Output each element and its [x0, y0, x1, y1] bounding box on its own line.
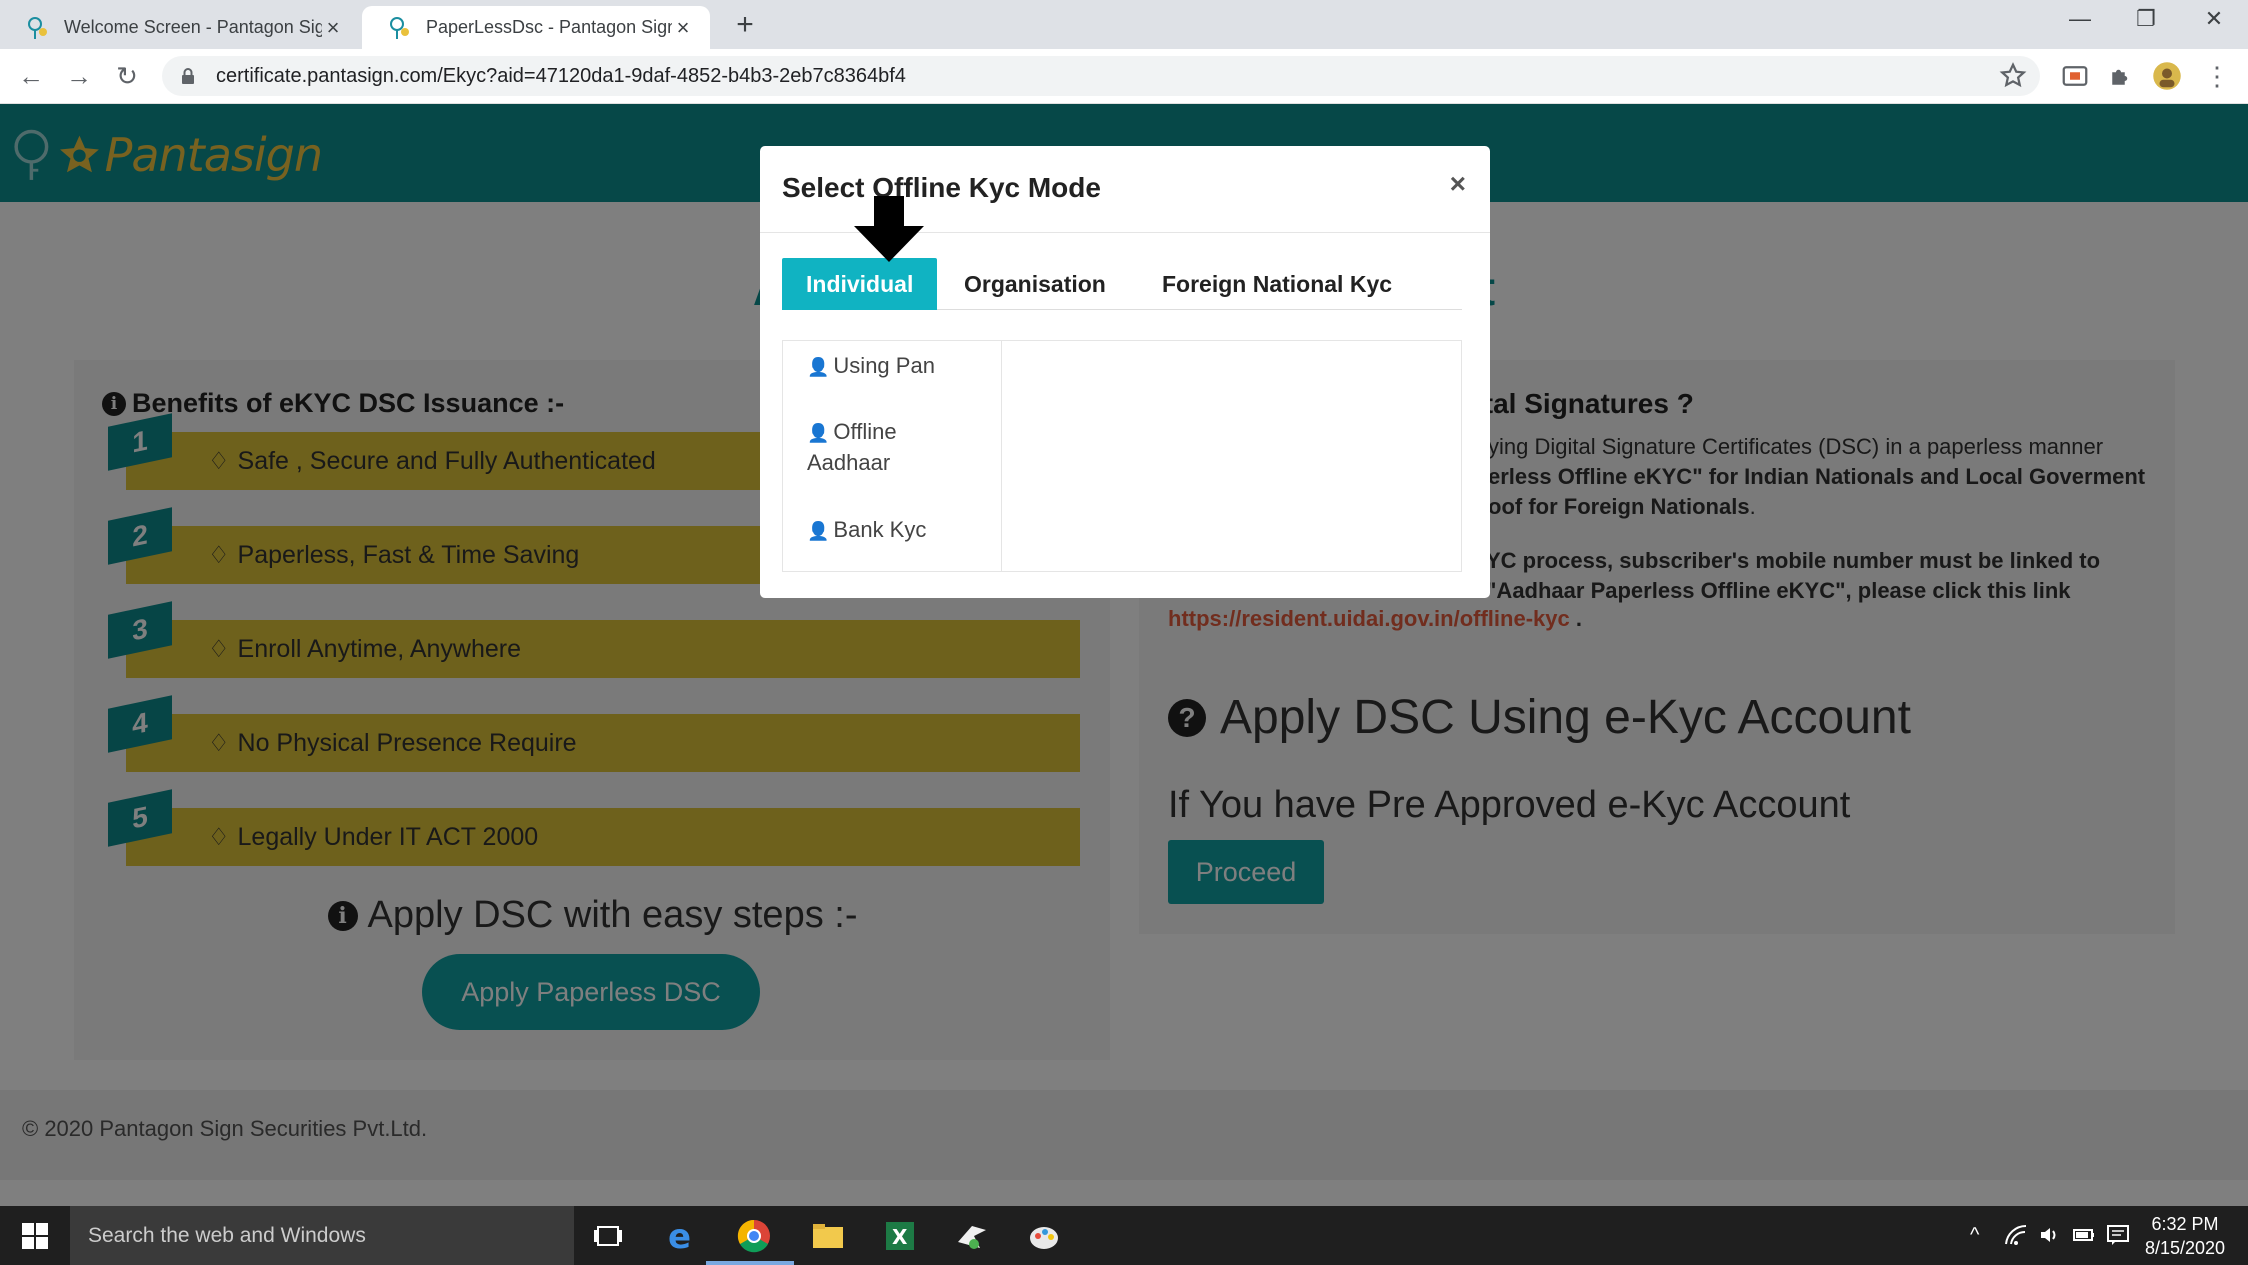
- task-view-icon[interactable]: [588, 1216, 628, 1256]
- extensions-puzzle-icon[interactable]: [2106, 61, 2136, 91]
- windows-start-icon[interactable]: [22, 1223, 48, 1249]
- browser-tab-paperlessdsc[interactable]: PaperLessDsc - Pantagon Sign Se ×: [362, 6, 710, 49]
- back-icon[interactable]: ←: [14, 61, 48, 92]
- active-app-indicator: [706, 1261, 794, 1265]
- wifi-icon[interactable]: [2004, 1224, 2028, 1246]
- action-center-icon[interactable]: [2106, 1224, 2130, 1246]
- url-text: certificate.pantasign.com/Ekyc?aid=47120…: [216, 64, 906, 87]
- tab-title: PaperLessDsc - Pantagon Sign Se: [426, 17, 672, 37]
- clock-date: 8/15/2020: [2144, 1238, 2226, 1258]
- new-tab-button[interactable]: +: [730, 8, 760, 42]
- edge-browser-icon[interactable]: e: [662, 1216, 702, 1256]
- paint-app-icon[interactable]: [1024, 1216, 1064, 1256]
- system-clock[interactable]: 6:32 PM 8/15/2020: [2130, 1212, 2240, 1260]
- bookmark-star-icon[interactable]: [1998, 61, 2028, 91]
- address-bar[interactable]: certificate.pantasign.com/Ekyc?aid=47120…: [162, 56, 2040, 96]
- modal-title: Select Offline Kyc Mode: [782, 172, 1101, 203]
- select-kyc-mode-modal: Select Offline Kyc Mode × Individual Org…: [760, 146, 1490, 598]
- svg-text:X: X: [892, 1225, 908, 1249]
- forward-icon[interactable]: →: [62, 61, 96, 92]
- excel-icon[interactable]: X: [880, 1216, 920, 1256]
- tab-foreign-national-kyc[interactable]: Foreign National Kyc: [1162, 258, 1392, 310]
- kyc-mode-tabs: Individual Organisation Foreign National…: [782, 258, 1462, 310]
- bird-app-icon[interactable]: [952, 1216, 992, 1256]
- close-tab-icon[interactable]: ×: [322, 15, 344, 41]
- cast-icon[interactable]: [2060, 61, 2090, 91]
- tab-organisation[interactable]: Organisation: [964, 258, 1106, 310]
- window-close-icon[interactable]: ✕: [2194, 6, 2234, 32]
- browser-menu-icon[interactable]: ⋮: [2200, 61, 2234, 92]
- minimize-icon[interactable]: —: [2060, 6, 2100, 32]
- tab-individual[interactable]: Individual: [782, 258, 938, 310]
- show-hidden-icons-icon[interactable]: ^: [1970, 1224, 1994, 1246]
- kyc-options-panel: 👤 Using Pan 👤 Offline Aadhaar 👤 Bank Kyc: [782, 340, 1462, 572]
- profile-avatar-icon[interactable]: [2152, 61, 2182, 91]
- lock-icon: [182, 68, 194, 84]
- modal-close-button[interactable]: ×: [1450, 168, 1466, 200]
- down-arrow-annotation-icon: [854, 196, 924, 262]
- option-offline-aadhaar[interactable]: 👤 Offline Aadhaar: [807, 417, 947, 478]
- user-icon: 👤: [807, 423, 830, 443]
- user-icon: 👤: [807, 521, 830, 541]
- battery-icon[interactable]: [2072, 1224, 2096, 1246]
- volume-icon[interactable]: [2038, 1224, 2062, 1246]
- file-explorer-icon[interactable]: [808, 1216, 848, 1256]
- chrome-icon[interactable]: [734, 1216, 774, 1256]
- browser-tab-welcome[interactable]: Welcome Screen - Pantagon Sign ×: [0, 6, 360, 49]
- reload-icon[interactable]: ↻: [110, 61, 144, 92]
- restore-icon[interactable]: ❐: [2126, 6, 2166, 32]
- address-toolbar: ← → ↻ certificate.pantasign.com/Ekyc?aid…: [0, 49, 2248, 104]
- option-using-pan[interactable]: 👤 Using Pan: [807, 351, 935, 382]
- taskbar-search-input[interactable]: Search the web and Windows: [70, 1206, 574, 1265]
- pantasign-favicon-icon: [28, 16, 47, 39]
- option-bank-kyc[interactable]: 👤 Bank Kyc: [807, 515, 926, 546]
- tab-title: Welcome Screen - Pantagon Sign: [64, 17, 322, 37]
- windows-taskbar: Search the web and Windows e X ^ 6:32 PM…: [0, 1206, 2248, 1265]
- pantasign-favicon-icon: [390, 16, 409, 39]
- panel-separator: [1001, 341, 1002, 571]
- svg-text:e: e: [668, 1217, 691, 1256]
- browser-tab-strip: Welcome Screen - Pantagon Sign × PaperLe…: [0, 0, 2248, 49]
- close-tab-icon[interactable]: ×: [672, 15, 694, 41]
- clock-time: 6:32 PM: [2151, 1214, 2219, 1234]
- user-icon: 👤: [807, 357, 830, 377]
